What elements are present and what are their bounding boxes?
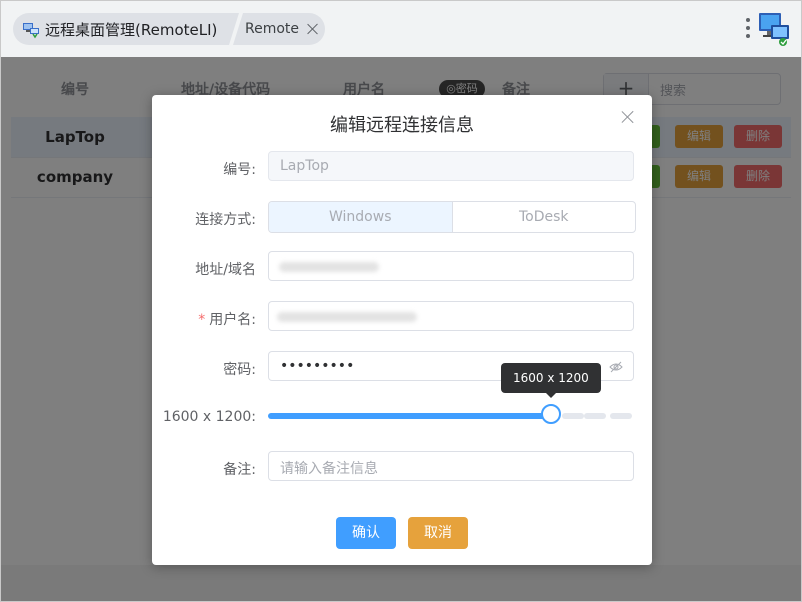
resolution-label: 1600 x 1200:: [162, 409, 256, 425]
redacted-username: [277, 312, 417, 322]
note-placeholder: 请输入备注信息: [280, 461, 378, 477]
app-logo-icon: [759, 13, 789, 46]
username-label: * 用户名:: [198, 309, 256, 329]
id-label: 编号:: [223, 162, 256, 178]
connection-type-label: 连接方式:: [195, 212, 256, 228]
option-todesk[interactable]: ToDesk: [451, 202, 636, 232]
note-label: 备注:: [223, 462, 256, 478]
close-icon[interactable]: [622, 111, 634, 123]
confirm-button[interactable]: 确认: [336, 517, 396, 549]
eye-slash-icon[interactable]: [609, 360, 623, 374]
resolution-tooltip: 1600 x 1200: [501, 363, 601, 398]
cancel-button[interactable]: 取消: [408, 517, 468, 549]
slider-stop: [610, 413, 632, 419]
option-windows[interactable]: Windows: [269, 202, 452, 232]
tab-remote[interactable]: Remote: [229, 13, 325, 45]
password-value: •••••••••: [280, 358, 355, 374]
resolution-slider[interactable]: [268, 404, 636, 424]
remote-desktop-icon: [23, 23, 39, 39]
dialog-title: 编辑远程连接信息: [330, 115, 474, 136]
username-field[interactable]: [268, 301, 634, 331]
password-label: 密码:: [223, 362, 256, 378]
tab-remote-desktop-manager[interactable]: 远程桌面管理(RemoteLI): [13, 13, 239, 45]
slider-stop: [562, 413, 584, 419]
id-value: LapTop: [280, 158, 329, 174]
slider-handle[interactable]: [541, 404, 561, 424]
note-field[interactable]: 请输入备注信息: [268, 451, 634, 481]
required-mark: *: [198, 312, 206, 328]
slider-fill: [268, 413, 551, 419]
edit-connection-dialog: 编辑远程连接信息 编号: LapTop 连接方式: Windows ToDesk…: [152, 95, 652, 565]
browser-titlebar: 远程桌面管理(RemoteLI) Remote: [1, 1, 801, 57]
more-menu-icon[interactable]: [741, 16, 755, 42]
tab-title: 远程桌面管理(RemoteLI): [45, 20, 218, 39]
username-label-text: 用户名:: [209, 312, 256, 328]
address-label: 地址/域名: [195, 262, 256, 278]
connection-type-selector: Windows ToDesk: [268, 201, 636, 233]
window-frame: 远程桌面管理(RemoteLI) Remote 编号 地址/设备代码 用户名 ◎…: [0, 0, 802, 602]
close-tab-icon[interactable]: [307, 23, 319, 35]
tab-title: Remote: [245, 21, 300, 37]
id-field: LapTop: [268, 151, 634, 181]
address-field[interactable]: [268, 251, 634, 281]
slider-stop: [584, 413, 606, 419]
redacted-address: [279, 262, 379, 272]
